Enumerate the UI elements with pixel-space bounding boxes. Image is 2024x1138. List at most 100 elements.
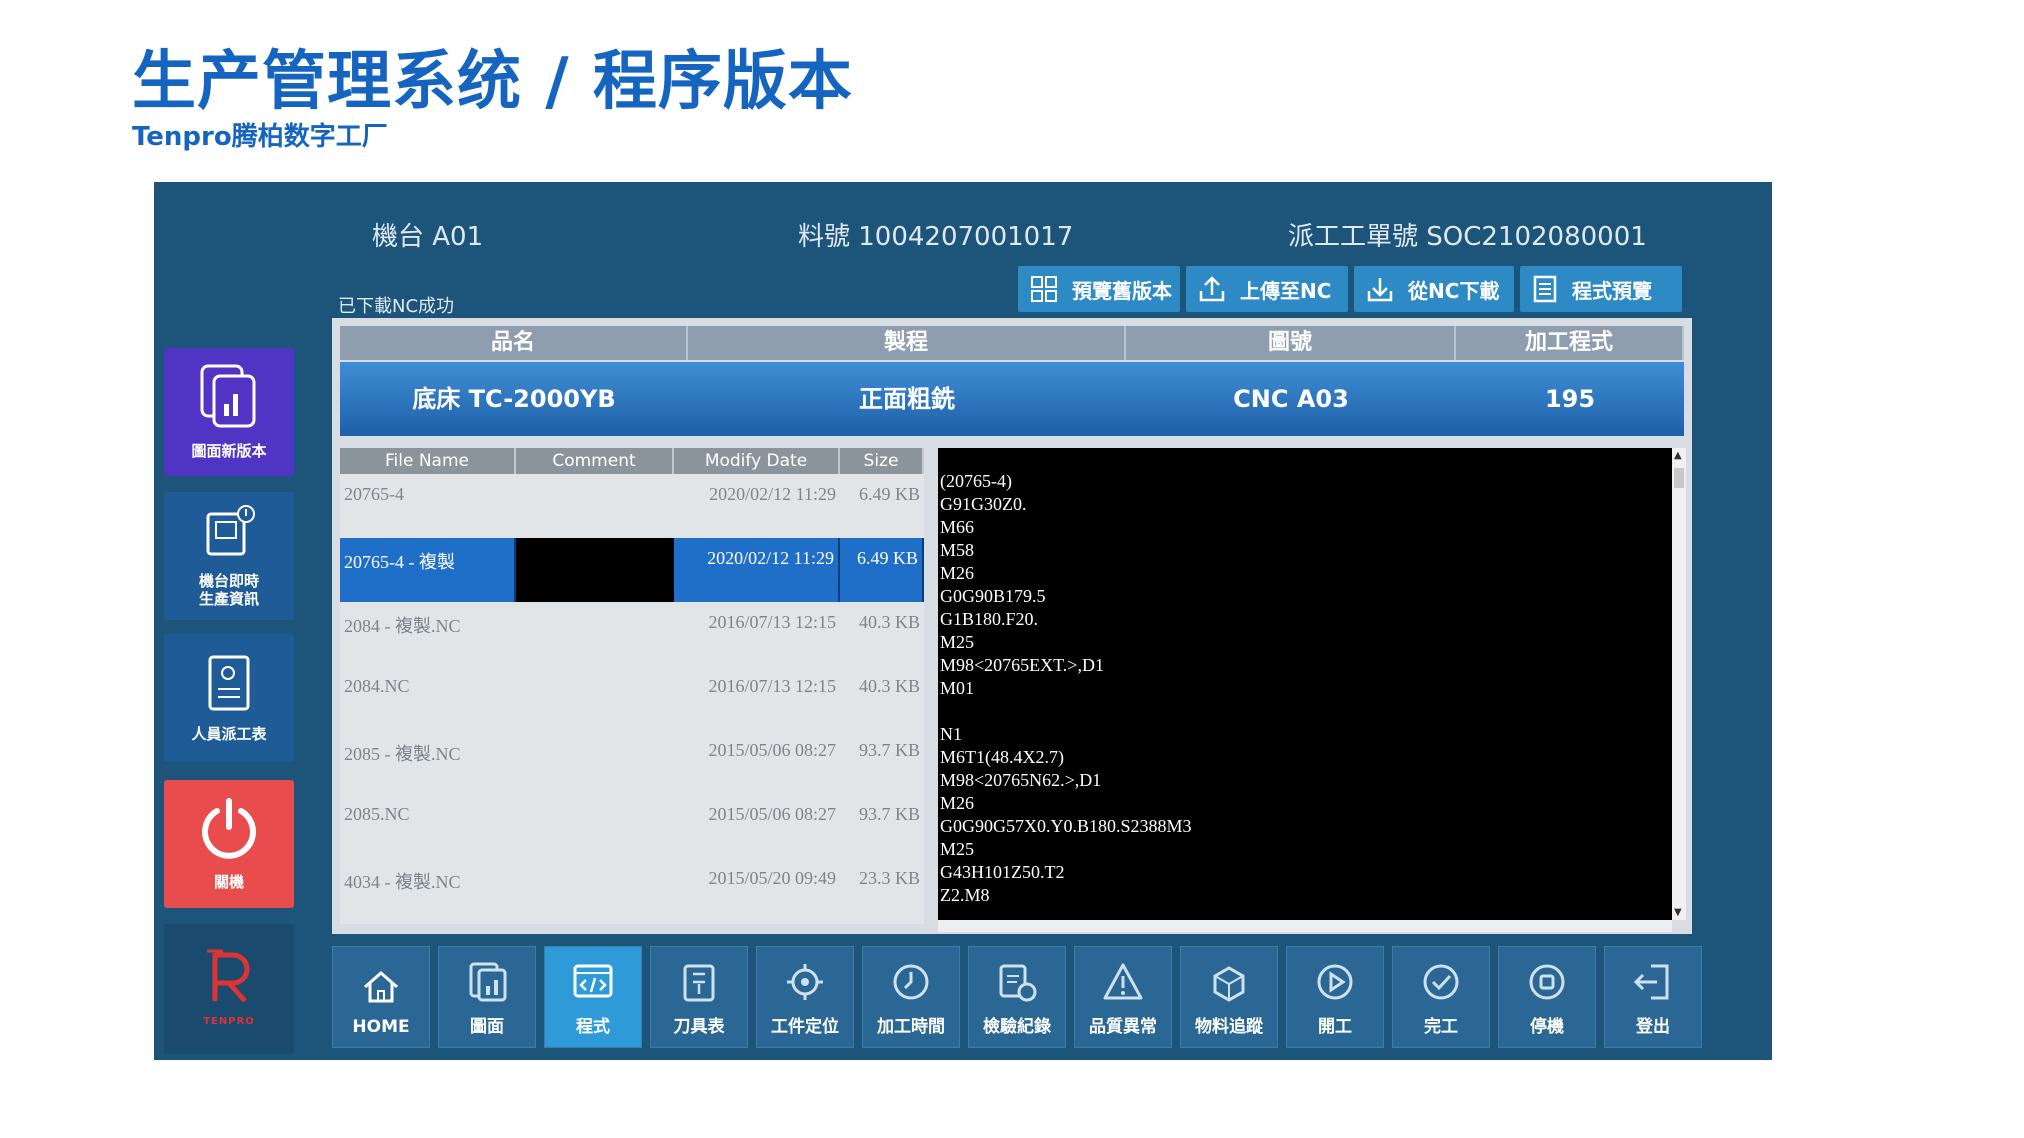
nav-button-code[interactable]: 程式 [544, 946, 642, 1048]
file-row-selected[interactable]: 20765-4 - 複製 2020/02/12 11:29 6.49 KB [340, 538, 924, 602]
part-number-label: 料號 1004207001017 [798, 222, 1074, 252]
nav-button-tool-list[interactable]: 刀具表 [650, 946, 748, 1048]
staff-dispatch-label: 人員派工表 [191, 725, 267, 743]
nav-label: 開工 [1318, 1017, 1352, 1037]
program-no: 195 [1544, 385, 1596, 413]
file-row[interactable]: 2084.NC 2016/07/13 12:15 40.3 KB [340, 666, 924, 730]
file-date: 2015/05/06 08:27 [708, 804, 836, 824]
header-product-name: 品名 [340, 326, 688, 360]
column-modify-date[interactable]: Modify Date [674, 448, 840, 474]
work-order-label: 派工工單號 SOC2102080001 [1288, 222, 1647, 252]
scroll-thumb[interactable] [1674, 468, 1684, 488]
column-file-name[interactable]: File Name [340, 448, 516, 474]
stop-icon [1529, 964, 1565, 1000]
code-line: (20765-4) [940, 471, 1012, 491]
machine-info-button[interactable]: 機台即時 生產資訊 [164, 492, 294, 620]
app-screen: 圖面新版本 機台即時 生產資訊 人員派工表 關機 TENPRO 機台 A01 料… [154, 182, 1772, 1060]
file-row[interactable]: 2085 - 複製.NC 2015/05/06 08:27 93.7 KB [340, 730, 924, 794]
file-comment [516, 730, 674, 794]
download-from-nc-button[interactable]: 從NC下載 [1354, 266, 1514, 312]
file-row[interactable]: 20765-4 2020/02/12 11:29 6.49 KB [340, 474, 924, 538]
file-comment [516, 666, 674, 730]
nav-label: 圖面 [470, 1017, 504, 1037]
power-button[interactable]: 關機 [164, 780, 294, 908]
file-row[interactable]: 4034 - 複製.NC 2015/05/20 09:49 23.3 KB [340, 858, 924, 922]
preview-old-label: 預覽舊版本 [1072, 278, 1172, 303]
code-line: M25 [940, 839, 975, 859]
code-line: M58 [940, 540, 975, 560]
code-line: M98<20765EXT.>,D1 [940, 655, 1104, 675]
machine-icon [206, 505, 255, 556]
code-horizontal-scrollbar[interactable] [938, 920, 1672, 932]
nc-code-viewer[interactable]: (20765-4) G91G30Z0. M66 M58 M26 G0G90B179.5 G1… [938, 448, 1672, 920]
tool-list-icon [683, 964, 715, 1002]
page-subtitle: Tenpro腾柏数字工厂 [132, 122, 388, 152]
logout-icon [1633, 964, 1669, 1000]
product-name: 底床 TC-2000YB [412, 385, 616, 413]
file-size: 93.7 KB [858, 804, 920, 824]
file-size: 40.3 KB [858, 676, 920, 696]
scroll-up-icon[interactable]: ▲ [1674, 450, 1682, 461]
scroll-down-icon[interactable]: ▼ [1674, 907, 1682, 918]
file-date: 2015/05/06 08:27 [708, 740, 836, 760]
warning-icon [1103, 963, 1143, 1000]
program-preview-button[interactable]: 程式預覽 [1520, 266, 1682, 312]
nav-button-material[interactable]: 物料追蹤 [1180, 946, 1278, 1048]
material-icon [1213, 966, 1245, 1002]
new-version-button[interactable]: 圖面新版本 [164, 348, 294, 476]
file-size: 40.3 KB [858, 612, 920, 632]
nav-button-clock[interactable]: 加工時間 [862, 946, 960, 1048]
power-icon [202, 798, 256, 859]
file-size: 93.7 KB [858, 740, 920, 760]
file-comment [516, 538, 674, 602]
file-date: 2016/07/13 12:15 [708, 676, 836, 696]
process: 正面粗銑 [859, 385, 955, 413]
file-row[interactable]: 2084 - 複製.NC 2016/07/13 12:15 40.3 KB [340, 602, 924, 666]
file-comment [516, 602, 674, 666]
check-icon [1423, 964, 1459, 1000]
logo-text: TENPRO [203, 1016, 255, 1027]
nav-button-play[interactable]: 開工 [1286, 946, 1384, 1048]
nav-button-inspection[interactable]: 檢驗紀錄 [968, 946, 1066, 1048]
nav-label: 登出 [1636, 1017, 1670, 1037]
code-line: N1 [940, 724, 962, 744]
code-line: M66 [940, 517, 975, 537]
header-program: 加工程式 [1456, 326, 1684, 360]
file-name: 20765-4 [344, 484, 404, 504]
file-row[interactable]: 2085.NC 2015/05/06 08:27 93.7 KB [340, 794, 924, 858]
code-icon [573, 964, 613, 998]
nav-button-drawing[interactable]: 圖面 [438, 946, 536, 1048]
code-line: M6T1(48.4X2.7) [940, 747, 1064, 767]
file-comment [516, 858, 674, 922]
code-vertical-scrollbar[interactable]: ▲ ▼ [1672, 448, 1686, 920]
file-size: 6.49 KB [858, 484, 920, 504]
code-line: Z2.M8 [940, 885, 990, 905]
column-comment[interactable]: Comment [516, 448, 674, 474]
file-name: 4034 - 複製.NC [344, 872, 461, 892]
header-drawing-no: 圖號 [1126, 326, 1456, 360]
preview-old-version-button[interactable]: 預覽舊版本 [1018, 266, 1180, 312]
nav-button-target[interactable]: 工件定位 [756, 946, 854, 1048]
nav-label: 工件定位 [771, 1017, 839, 1037]
staff-dispatch-button[interactable]: 人員派工表 [164, 634, 294, 762]
inspection-icon [999, 964, 1037, 1002]
info-table-row[interactable]: 底床 TC-2000YB 正面粗銑 CNC A03 195 [340, 362, 1684, 436]
upload-to-nc-button[interactable]: 上傳至NC [1186, 266, 1348, 312]
bottom-navigation: HOME 圖面 程式 刀具表 工件定位 加工時間 檢驗紀錄 品質異常 物料追蹤 開工 完工 停機 登出 [332, 946, 1712, 1052]
nav-button-stop[interactable]: 停機 [1498, 946, 1596, 1048]
nav-button-warning[interactable]: 品質異常 [1074, 946, 1172, 1048]
download-icon [1367, 278, 1393, 302]
clock-icon [893, 964, 929, 1000]
download-label: 從NC下載 [1408, 278, 1500, 303]
nav-button-check[interactable]: 完工 [1392, 946, 1490, 1048]
nav-button-home[interactable]: HOME [332, 946, 430, 1048]
target-icon [787, 964, 823, 1000]
nav-label: 完工 [1424, 1017, 1458, 1037]
file-date: 2015/05/20 09:49 [708, 868, 836, 888]
nav-button-logout[interactable]: 登出 [1604, 946, 1702, 1048]
nav-label: 停機 [1530, 1017, 1564, 1037]
file-list-header: File Name Comment Modify Date Size [340, 448, 924, 474]
new-version-label: 圖面新版本 [191, 442, 267, 460]
column-size[interactable]: Size [840, 448, 924, 474]
